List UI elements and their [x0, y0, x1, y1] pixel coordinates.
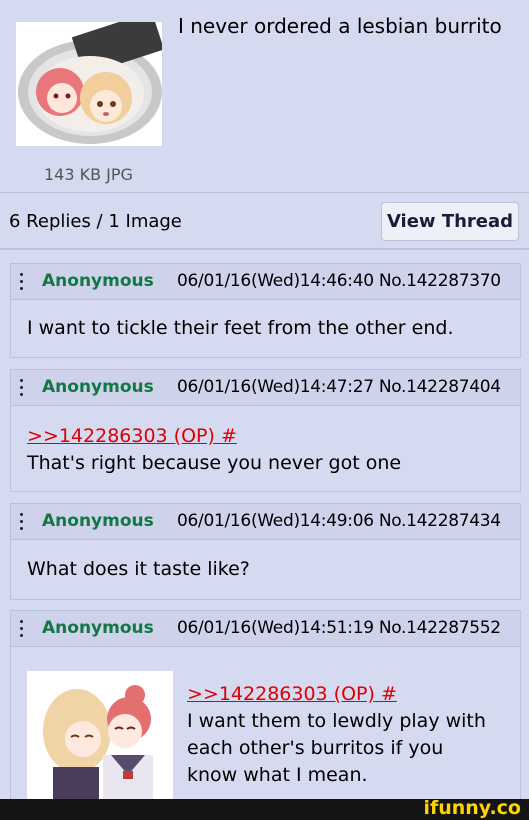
post-text: I want to tickle their feet from the oth…: [27, 317, 454, 339]
watermark-bar: ifunny.co: [0, 797, 529, 820]
reply-post: Anonymous 06/01/16(Wed)14:49:06 No.14228…: [10, 503, 521, 600]
reply-post: Anonymous 06/01/16(Wed)14:46:40 No.14228…: [10, 263, 521, 358]
reply-header: Anonymous 06/01/16(Wed)14:49:06 No.14228…: [11, 504, 520, 540]
post-text: What does it taste like?: [27, 558, 250, 580]
post-menu-icon[interactable]: [19, 620, 25, 640]
op-thumbnail[interactable]: [16, 22, 162, 146]
reply-header: Anonymous 06/01/16(Wed)14:47:27 No.14228…: [11, 370, 520, 406]
post-meta[interactable]: 06/01/16(Wed)14:47:27 No.142287404: [177, 377, 501, 397]
post-meta[interactable]: 06/01/16(Wed)14:46:40 No.142287370: [177, 271, 501, 291]
op-subject: I never ordered a lesbian burrito: [178, 14, 502, 38]
view-thread-button[interactable]: View Thread: [381, 202, 519, 241]
post-menu-icon[interactable]: [19, 513, 25, 533]
reply-post: Anonymous 06/01/16(Wed)14:47:27 No.14228…: [10, 369, 521, 492]
post-menu-icon[interactable]: [19, 379, 25, 399]
poster-name: Anonymous: [42, 511, 154, 531]
post-meta[interactable]: 06/01/16(Wed)14:51:19 No.142287552: [177, 618, 501, 638]
op-post: I never ordered a lesbian burrito 143 KB…: [0, 0, 529, 193]
post-text-line: I want them to lewdly play with: [187, 710, 486, 732]
op-quote-link[interactable]: >>142286303 (OP) #: [187, 683, 397, 705]
reply-header: Anonymous 06/01/16(Wed)14:46:40 No.14228…: [11, 264, 520, 300]
post-menu-icon[interactable]: [19, 273, 25, 293]
anime-burrito-image: [16, 22, 162, 146]
reply-thumbnail[interactable]: [27, 671, 173, 811]
post-text-line: each other's burritos if you: [187, 737, 444, 759]
reply-post: Anonymous 06/01/16(Wed)14:51:19 No.14228…: [10, 610, 521, 811]
reply-count: 6 Replies / 1 Image: [9, 211, 182, 232]
op-quote-link[interactable]: >>142286303 (OP) #: [27, 425, 237, 447]
poster-name: Anonymous: [42, 618, 154, 638]
post-text-line: know what I mean.: [187, 764, 368, 786]
anime-hug-image: [27, 671, 173, 811]
poster-name: Anonymous: [42, 271, 154, 291]
poster-name: Anonymous: [42, 377, 154, 397]
post-text: That's right because you never got one: [27, 452, 402, 474]
ifunny-watermark: ifunny.co: [423, 797, 521, 819]
post-meta[interactable]: 06/01/16(Wed)14:49:06 No.142287434: [177, 511, 501, 531]
reply-header: Anonymous 06/01/16(Wed)14:51:19 No.14228…: [11, 611, 520, 647]
op-file-info: 143 KB JPG: [44, 165, 133, 184]
